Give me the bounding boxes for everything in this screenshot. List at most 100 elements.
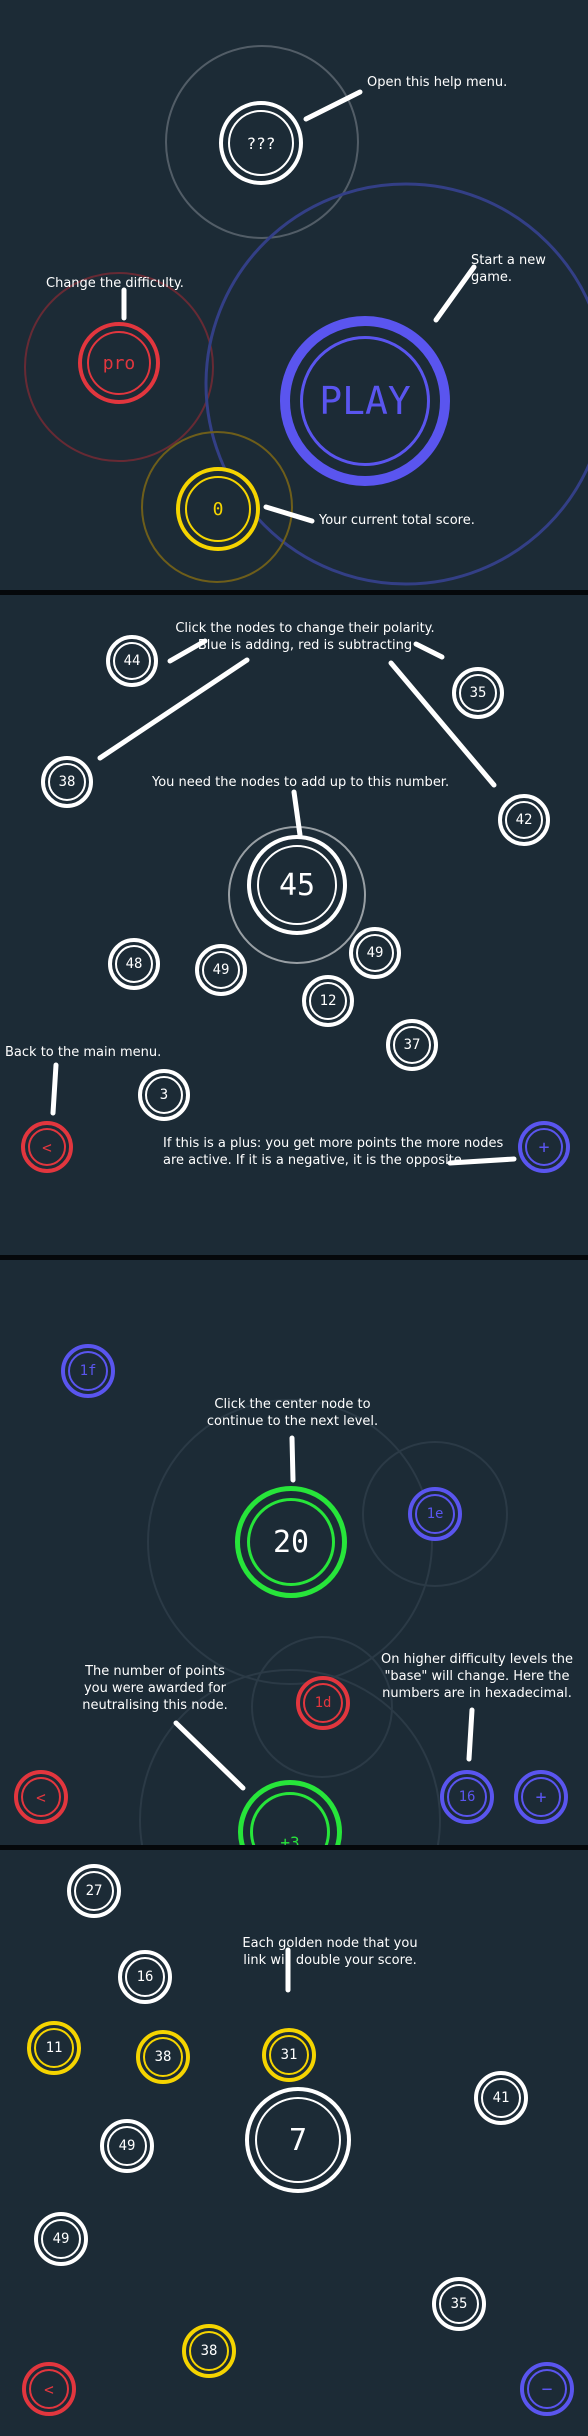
number-node[interactable]: 35 — [452, 667, 504, 719]
base-label-line: "base" will change. Here the — [384, 1669, 570, 1684]
score-node[interactable]: 0 — [176, 467, 260, 551]
number-node-value: 37 — [403, 1037, 421, 1053]
number-node-value: 49 — [366, 945, 384, 961]
center-node[interactable]: 7 — [245, 2087, 351, 2193]
target-node[interactable]: 45 — [247, 835, 347, 935]
base-label-line: numbers are in hexadecimal. — [382, 1686, 572, 1701]
number-node[interactable]: 49 — [34, 2212, 88, 2266]
number-node[interactable]: 48 — [108, 938, 160, 990]
back-button[interactable]: < — [14, 1770, 68, 1824]
golden-node-value: 11 — [45, 2040, 63, 2056]
number-node[interactable]: 3 — [138, 1069, 190, 1121]
help-label: Open this help menu. — [367, 75, 508, 90]
number-node-value: 38 — [58, 774, 76, 790]
base-label: On higher difficulty levels the "base" w… — [372, 1651, 582, 1702]
golden-label-line: link will double your score. — [243, 1953, 417, 1968]
number-node-value: 1f — [79, 1363, 97, 1379]
number-node[interactable]: 42 — [498, 794, 550, 846]
golden-node-value: 38 — [200, 2343, 218, 2359]
number-node-value: 12 — [319, 993, 337, 1009]
bonus-button[interactable]: − — [520, 2362, 574, 2416]
center-node-value: 20 — [272, 1524, 310, 1560]
golden-label: Each golden node that you link will doub… — [230, 1935, 430, 1969]
number-node-value: 3 — [159, 1087, 169, 1103]
number-node-value: 35 — [469, 685, 487, 701]
number-node-value: 41 — [492, 2090, 510, 2106]
number-node-value: 48 — [125, 956, 143, 972]
base-label-line: On higher difficulty levels the — [381, 1652, 573, 1667]
bonus-button[interactable]: + — [518, 1121, 570, 1173]
difficulty-node-label: pro — [102, 352, 136, 374]
polarity-label-line: Click the nodes to change their polarity… — [175, 621, 435, 636]
golden-node[interactable]: 38 — [136, 2030, 190, 2084]
back-button[interactable]: < — [22, 2362, 76, 2416]
main-menu-panel: ??? PLAY pro 0 Open this help menu. Chan… — [0, 0, 588, 590]
golden-node-value: 31 — [280, 2047, 298, 2063]
number-node[interactable]: 49 — [195, 944, 247, 996]
number-node-value: 27 — [85, 1883, 103, 1899]
number-node[interactable]: 44 — [106, 635, 158, 687]
number-node[interactable]: 49 — [100, 2119, 154, 2173]
center-node[interactable]: 20 — [235, 1486, 347, 1598]
polarity-label: Click the nodes to change their polarity… — [150, 620, 460, 654]
play-node[interactable]: PLAY — [280, 316, 450, 486]
golden-node-value: 38 — [154, 2049, 172, 2065]
number-node-value: 49 — [212, 962, 230, 978]
points-label-line: neutralising this node. — [82, 1698, 228, 1713]
number-node[interactable]: 1d — [296, 1676, 350, 1730]
number-node-value: 42 — [515, 812, 533, 828]
golden-node[interactable]: 31 — [262, 2028, 316, 2082]
golden-nodes-panel: Each golden node that you link will doub… — [0, 1850, 588, 2436]
center-node-value: 7 — [288, 2122, 308, 2158]
bonus-label-line: If this is a plus: you get more points t… — [163, 1136, 504, 1151]
target-node-value: 45 — [278, 867, 316, 903]
play-node-label: PLAY — [319, 379, 411, 423]
bonus-label: If this is a plus: you get more points t… — [163, 1135, 503, 1169]
polarity-label-line: Blue is adding, red is subtracting — [197, 638, 413, 653]
golden-label-line: Each golden node that you — [242, 1936, 418, 1951]
plus-icon: + — [538, 1136, 550, 1158]
number-node-value: 49 — [118, 2138, 136, 2154]
number-node[interactable]: 12 — [302, 975, 354, 1027]
bonus-label-line: are active. If it is a negative, it is t… — [163, 1153, 462, 1168]
level-complete-panel: Click the center node to continue to the… — [0, 1260, 588, 1845]
back-arrow-icon: < — [42, 1137, 52, 1157]
target-label: You need the nodes to add up to this num… — [152, 775, 450, 790]
center-label: Click the center node to continue to the… — [180, 1396, 405, 1430]
golden-node[interactable]: 11 — [27, 2021, 81, 2075]
play-label: Start a new game. — [471, 253, 546, 285]
back-label: Back to the main menu. — [5, 1045, 162, 1060]
number-node[interactable]: 41 — [474, 2071, 528, 2125]
number-node-value: 49 — [52, 2231, 70, 2247]
gameplay-help-panel: Click the nodes to change their polarity… — [0, 595, 588, 1255]
points-label-line: you were awarded for — [83, 1681, 227, 1696]
number-node-value: 1e — [426, 1506, 444, 1522]
number-node[interactable]: 16 — [118, 1950, 172, 2004]
back-arrow-icon: < — [44, 2379, 54, 2399]
center-label-line: Click the center node to — [214, 1397, 371, 1412]
back-arrow-icon: < — [36, 1787, 46, 1807]
help-node[interactable]: ??? — [219, 101, 303, 185]
number-node[interactable]: 37 — [386, 1019, 438, 1071]
number-node-value: 16 — [458, 1789, 476, 1805]
number-node[interactable]: 16 — [440, 1770, 494, 1824]
score-node-label: 0 — [212, 498, 224, 520]
number-node[interactable]: 1e — [408, 1487, 462, 1541]
awarded-points-value: +3 — [280, 1833, 300, 1845]
number-node-value: 35 — [450, 2296, 468, 2312]
points-label: The number of points you were awarded fo… — [70, 1663, 240, 1714]
difficulty-label: Change the difficulty. — [46, 276, 184, 291]
number-node[interactable]: 27 — [67, 1864, 121, 1918]
back-button[interactable]: < — [21, 1121, 73, 1173]
number-node[interactable]: 1f — [61, 1344, 115, 1398]
golden-node[interactable]: 38 — [182, 2324, 236, 2378]
points-label-line: The number of points — [85, 1664, 225, 1679]
number-node[interactable]: 38 — [41, 756, 93, 808]
minus-icon: − — [541, 2378, 553, 2400]
bonus-button[interactable]: + — [514, 1770, 568, 1824]
number-node[interactable]: 35 — [432, 2277, 486, 2331]
center-label-line: continue to the next level. — [206, 1414, 379, 1429]
number-node-value: 16 — [136, 1969, 154, 1985]
difficulty-node[interactable]: pro — [78, 322, 160, 404]
number-node[interactable]: 49 — [349, 927, 401, 979]
